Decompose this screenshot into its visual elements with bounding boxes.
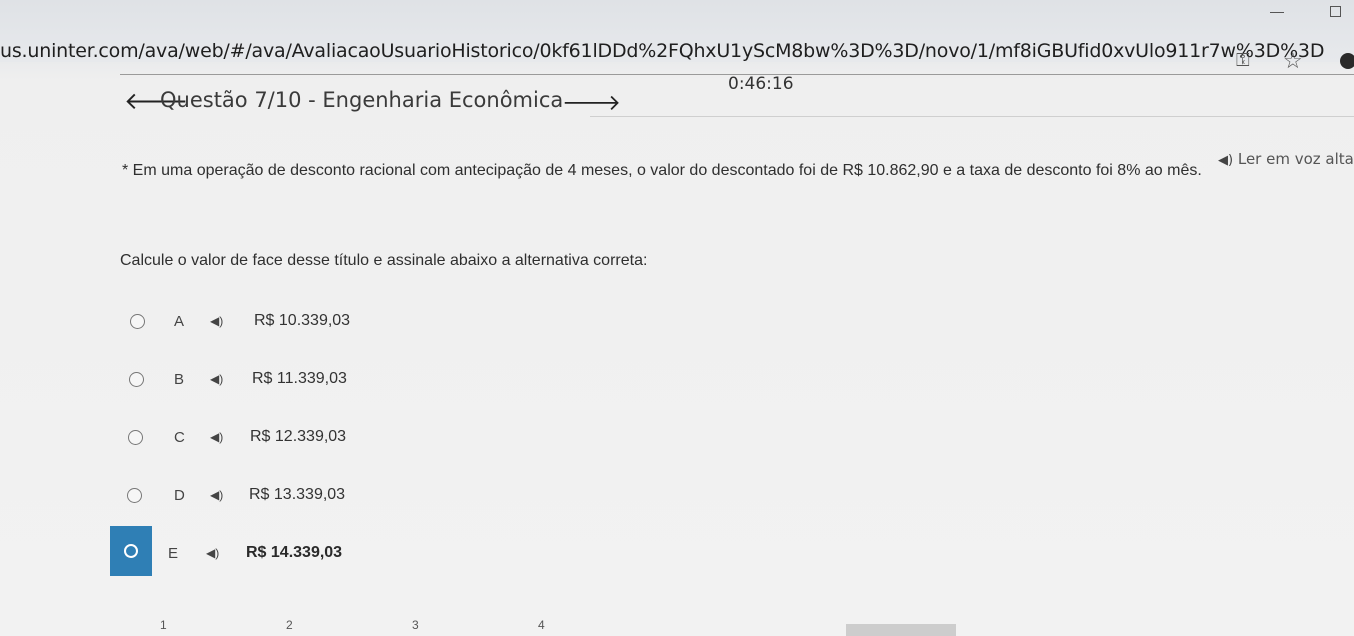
question-statement: * Em uma operação de desconto racional c… bbox=[122, 162, 1202, 179]
option-c-radio[interactable] bbox=[128, 429, 143, 445]
radio-selected-dot bbox=[124, 544, 138, 558]
browser-toolbar: us.uninter.com/ava/web/#/ava/AvaliacaoUs… bbox=[0, 0, 1354, 73]
pager-item[interactable]: 4 bbox=[538, 618, 545, 632]
option-d[interactable]: D ◀) R$ 13.339,03 bbox=[118, 480, 345, 510]
option-value: R$ 10.339,03 bbox=[254, 312, 351, 329]
option-c[interactable]: C ◀) R$ 12.339,03 bbox=[118, 422, 346, 452]
option-letter: C bbox=[174, 428, 185, 446]
speaker-icon[interactable]: ◀) bbox=[206, 546, 219, 560]
option-a[interactable]: A ◀) R$ 10.339,03 bbox=[118, 306, 350, 336]
pager-active-indicator bbox=[846, 624, 956, 636]
option-letter: D bbox=[174, 486, 185, 504]
option-letter: E bbox=[168, 544, 179, 562]
option-letter: B bbox=[174, 370, 185, 388]
next-question-arrow-icon[interactable]: 🡒 bbox=[562, 90, 621, 116]
read-aloud-button[interactable]: ◀) Ler em voz alta bbox=[1218, 150, 1354, 168]
option-value: R$ 13.339,03 bbox=[249, 486, 346, 503]
title-divider bbox=[590, 116, 1354, 117]
option-e-radio-selected[interactable] bbox=[110, 526, 152, 576]
restore-icon[interactable] bbox=[1330, 6, 1341, 17]
key-icon[interactable]: ⚿ bbox=[1236, 50, 1250, 71]
option-b[interactable]: B ◀) R$ 11.339,03 bbox=[118, 364, 347, 394]
option-value: R$ 12.339,03 bbox=[250, 428, 347, 445]
speaker-icon[interactable]: ◀) bbox=[210, 430, 223, 444]
minimize-icon[interactable] bbox=[1270, 12, 1284, 13]
option-b-radio[interactable] bbox=[129, 371, 144, 387]
url-bar[interactable]: us.uninter.com/ava/web/#/ava/AvaliacaoUs… bbox=[0, 40, 1324, 62]
pager-item[interactable]: 3 bbox=[412, 618, 419, 632]
bookmark-star-icon[interactable]: ☆ bbox=[1283, 48, 1303, 74]
speaker-icon[interactable]: ◀) bbox=[210, 488, 223, 502]
question-title: Questão 7/10 - Engenharia Econômica bbox=[160, 88, 564, 112]
option-letter: A bbox=[174, 312, 185, 330]
speaker-icon: ◀) bbox=[1218, 153, 1234, 168]
pager-item[interactable]: 1 bbox=[160, 618, 167, 632]
question-instruction: Calcule o valor de face desse título e a… bbox=[120, 252, 648, 269]
page: us.uninter.com/ava/web/#/ava/AvaliacaoUs… bbox=[0, 0, 1354, 636]
option-a-radio[interactable] bbox=[130, 313, 145, 329]
option-value: R$ 14.339,03 bbox=[246, 544, 343, 561]
speaker-icon[interactable]: ◀) bbox=[210, 314, 223, 328]
read-aloud-label: Ler em voz alta bbox=[1237, 150, 1354, 168]
pager-item[interactable]: 2 bbox=[286, 618, 293, 632]
extension-icon[interactable] bbox=[1340, 53, 1354, 69]
option-value: R$ 11.339,03 bbox=[252, 370, 347, 387]
exam-timer: 0:46:16 bbox=[728, 74, 794, 94]
option-d-radio[interactable] bbox=[127, 487, 142, 503]
speaker-icon[interactable]: ◀) bbox=[210, 372, 223, 386]
